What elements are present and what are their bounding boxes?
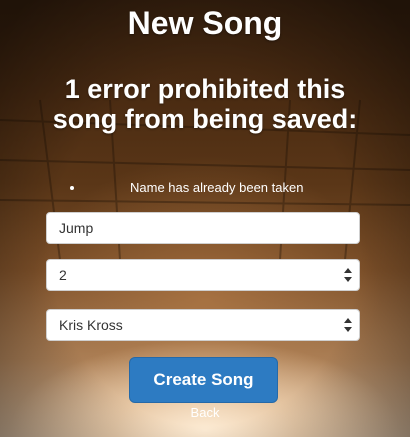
error-message: Name has already been taken	[130, 180, 304, 195]
new-song-page: New Song 1 error prohibited this song fr…	[0, 0, 410, 437]
up-down-arrows-icon	[344, 268, 352, 282]
error-list: Name has already been taken	[70, 180, 360, 196]
rank-select-value: 2	[59, 267, 67, 283]
error-heading: 1 error prohibited this song from being …	[52, 74, 358, 134]
back-link[interactable]: Back	[0, 405, 410, 420]
rank-select[interactable]: 2	[46, 259, 360, 291]
bullet-icon	[70, 186, 74, 190]
artist-select-value: Kris Kross	[59, 317, 123, 333]
error-list-item: Name has already been taken	[70, 180, 360, 196]
page-title: New Song	[127, 5, 283, 41]
song-title-input[interactable]	[46, 212, 360, 244]
up-down-arrows-icon	[344, 318, 352, 332]
create-song-button[interactable]: Create Song	[129, 357, 278, 403]
artist-select[interactable]: Kris Kross	[46, 309, 360, 341]
